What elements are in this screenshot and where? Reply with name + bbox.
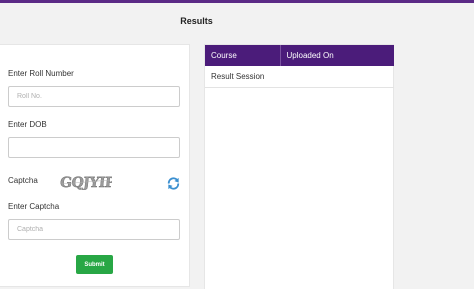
captcha-image: GQJYIP <box>60 174 112 190</box>
enter-captcha-label: Enter Captcha <box>8 202 60 211</box>
table-header-row: Course Uploaded On <box>205 45 394 66</box>
column-header-course: Course <box>205 45 281 66</box>
submit-button[interactable]: Submit <box>76 255 113 274</box>
dob-label: Enter DOB <box>8 120 47 129</box>
results-table: Course Uploaded On Result Session <box>205 45 394 88</box>
captcha-text: GQJYIP <box>60 175 112 190</box>
page-title: Results <box>180 16 213 26</box>
captcha-label: Captcha <box>8 176 38 185</box>
results-form: Enter Roll Number Enter DOB Captcha GQJY… <box>0 44 190 287</box>
results-table-panel: Course Uploaded On Result Session <box>204 44 394 289</box>
column-header-uploaded-on: Uploaded On <box>280 45 394 66</box>
roll-number-input[interactable] <box>8 86 180 107</box>
roll-number-label: Enter Roll Number <box>8 69 74 78</box>
refresh-icon[interactable] <box>166 176 181 191</box>
table-cell-course[interactable]: Result Session <box>205 66 394 88</box>
captcha-input[interactable] <box>8 219 180 240</box>
dob-input[interactable] <box>8 137 180 158</box>
top-accent-bar <box>0 0 474 3</box>
table-row[interactable]: Result Session <box>205 66 394 88</box>
